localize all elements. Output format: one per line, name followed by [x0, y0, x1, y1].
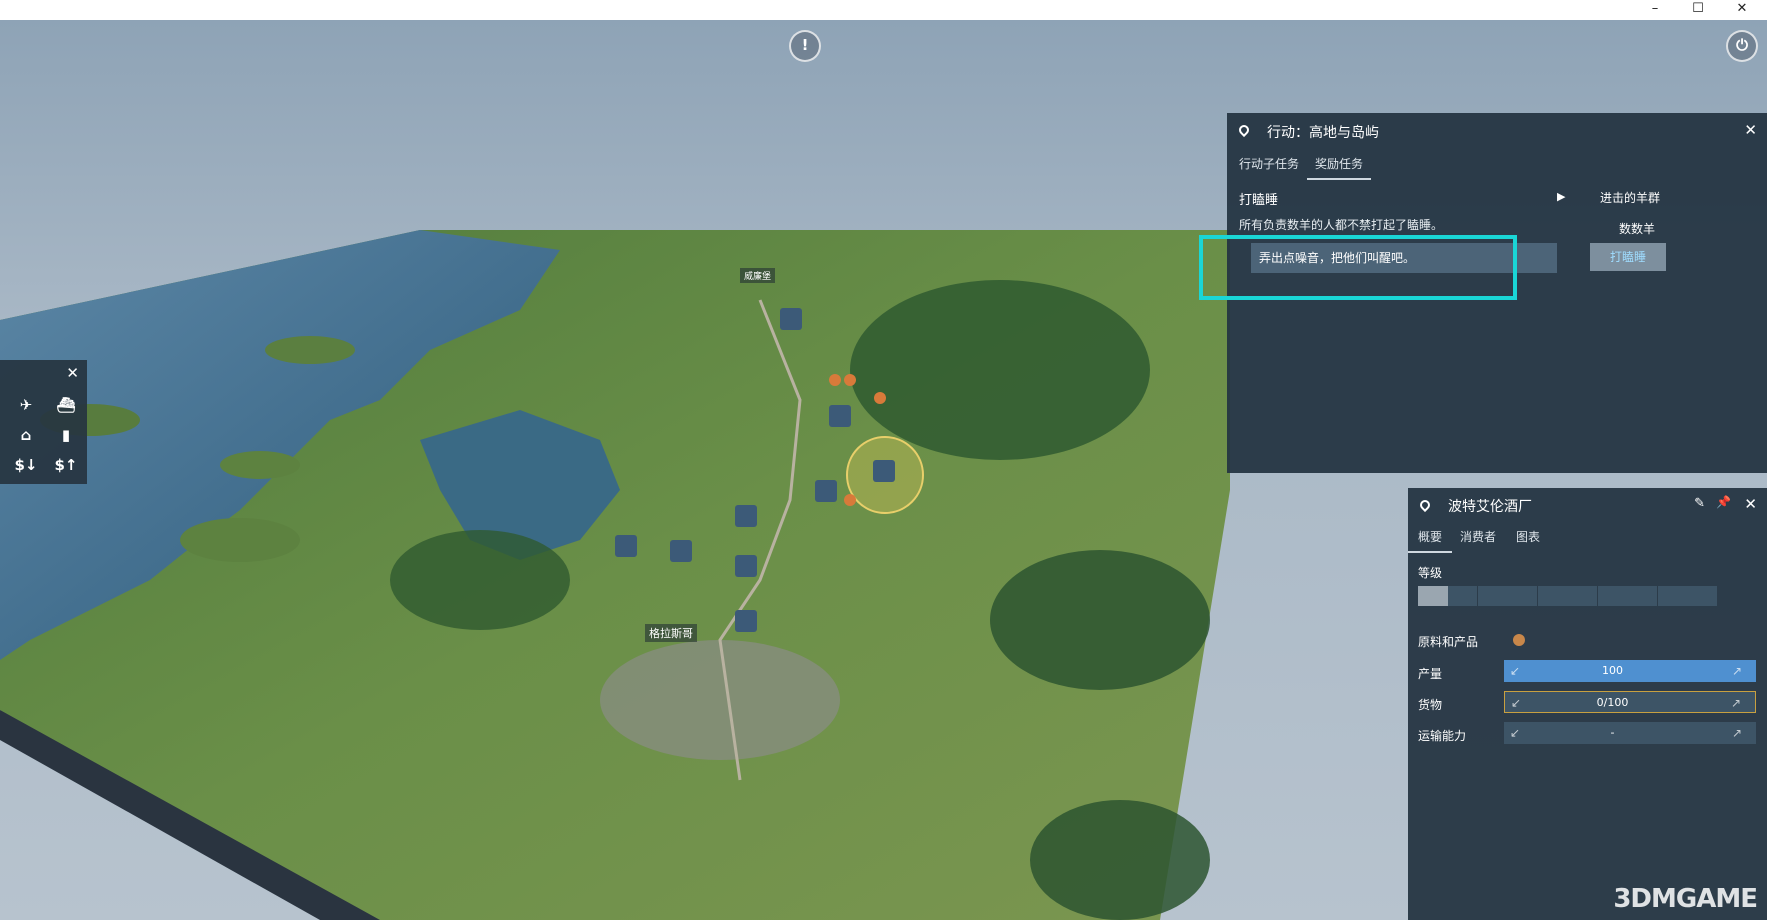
industry-marker[interactable] — [874, 392, 886, 404]
highlight-box — [1199, 235, 1517, 300]
forest — [1030, 800, 1210, 920]
tab-charts[interactable]: 图表 — [1516, 528, 1540, 545]
station-marker[interactable] — [735, 505, 757, 527]
location-pin-icon — [1236, 122, 1252, 138]
station-marker[interactable] — [735, 610, 757, 632]
station-marker[interactable] — [780, 308, 802, 330]
station-marker[interactable] — [873, 460, 895, 482]
cargo-label: 货物 — [1418, 698, 1443, 712]
transport-value: - — [1610, 726, 1615, 739]
island — [265, 336, 355, 364]
forest — [990, 550, 1210, 690]
close-icon[interactable]: ✕ — [1744, 495, 1757, 513]
arrow-in-icon[interactable]: ↙ — [1504, 722, 1526, 744]
production-value: 100 — [1602, 664, 1623, 677]
build-toolbar: ✕ ✈ ⛴ ⌂ ▮ $↓ $↑ — [0, 360, 87, 484]
arrow-out-icon[interactable]: ↗ — [1726, 660, 1748, 682]
ship-icon[interactable]: ⛴ — [46, 390, 86, 420]
close-window-button[interactable]: ✕ — [1727, 0, 1757, 20]
window-titlebar: – ☐ ✕ — [0, 0, 1767, 20]
edit-icon[interactable]: ✎ — [1694, 496, 1705, 511]
level-cell — [1478, 586, 1537, 606]
signal-icon[interactable]: ▮ — [46, 420, 86, 450]
doze-button[interactable]: 打瞌睡 — [1590, 243, 1666, 271]
play-icon[interactable]: ▶ — [1557, 190, 1565, 203]
factory-panel-title: 波特艾伦酒厂 — [1448, 499, 1532, 515]
money-up-icon[interactable]: $↑ — [46, 450, 86, 480]
forest — [850, 280, 1150, 460]
cargo-bar[interactable]: ↙ 0/100 ↗ — [1504, 691, 1756, 713]
arrow-out-icon[interactable]: ↗ — [1726, 722, 1748, 744]
level-fill — [1418, 586, 1448, 606]
transport-bar[interactable]: ↙ - ↗ — [1504, 722, 1756, 744]
watermark-logo: 3DMGAME — [1613, 884, 1758, 914]
industry-marker[interactable] — [829, 374, 841, 386]
level-cell — [1598, 586, 1657, 606]
tab-subtasks[interactable]: 行动子任务 — [1239, 155, 1299, 172]
materials-label: 原料和产品 — [1418, 635, 1479, 649]
station-marker[interactable] — [815, 480, 837, 502]
depot-icon[interactable]: ⌂ — [6, 420, 46, 450]
close-icon[interactable]: ✕ — [1744, 121, 1757, 139]
town-label[interactable]: 格拉斯哥 — [645, 624, 697, 642]
station-marker[interactable] — [615, 535, 637, 557]
pin-icon[interactable]: 📌 — [1716, 495, 1731, 509]
level-cell — [1538, 586, 1597, 606]
island — [220, 451, 300, 479]
tab-bonus-tasks[interactable]: 奖励任务 — [1307, 155, 1372, 180]
place-label[interactable]: 威廉堡 — [740, 268, 776, 283]
power-icon[interactable]: ⏻ — [1726, 30, 1758, 62]
station-marker[interactable] — [735, 555, 757, 577]
level-label: 等级 — [1418, 566, 1443, 580]
arrow-in-icon[interactable]: ↙ — [1505, 692, 1527, 714]
airplane-icon[interactable]: ✈ — [6, 390, 46, 420]
alert-icon[interactable]: ! — [789, 30, 821, 62]
minimize-button[interactable]: – — [1640, 0, 1670, 20]
island — [180, 518, 300, 562]
mission-description: 所有负责数羊的人都不禁打起了瞌睡。 — [1239, 218, 1444, 232]
side-mission-title: 进击的羊群 — [1600, 191, 1661, 205]
industry-marker[interactable] — [844, 494, 856, 506]
cargo-value: 0/100 — [1596, 696, 1629, 709]
production-bar[interactable]: ↙ 100 ↗ — [1504, 660, 1756, 682]
mission-panel-title: 行动：高地与岛屿 — [1267, 125, 1379, 141]
arrow-out-icon[interactable]: ↗ — [1725, 692, 1747, 714]
money-down-icon[interactable]: $↓ — [6, 450, 46, 480]
transport-label: 运输能力 — [1418, 729, 1467, 743]
forest — [390, 530, 570, 630]
level-cell — [1658, 586, 1717, 606]
tab-consumers[interactable]: 消费者 — [1460, 528, 1496, 545]
close-icon[interactable]: ✕ — [66, 364, 79, 382]
barrel-icon — [1513, 634, 1525, 646]
station-marker[interactable] — [829, 405, 851, 427]
side-mission-subtitle: 数数羊 — [1619, 222, 1656, 236]
level-cell — [1418, 586, 1477, 606]
maximize-button[interactable]: ☐ — [1683, 0, 1713, 20]
station-marker[interactable] — [670, 540, 692, 562]
tab-overview[interactable]: 概要 — [1408, 528, 1453, 553]
location-pin-icon — [1417, 497, 1433, 513]
arrow-in-icon[interactable]: ↙ — [1504, 660, 1526, 682]
industry-marker[interactable] — [844, 374, 856, 386]
factory-panel: 波特艾伦酒厂 ✎ 📌 ✕ 概要 消费者 图表 等级 原料和产品 产量 ↙ 100… — [1408, 488, 1767, 920]
production-label: 产量 — [1418, 667, 1443, 681]
town-area — [600, 640, 840, 760]
mission-name[interactable]: 打瞌睡 — [1239, 189, 1278, 208]
